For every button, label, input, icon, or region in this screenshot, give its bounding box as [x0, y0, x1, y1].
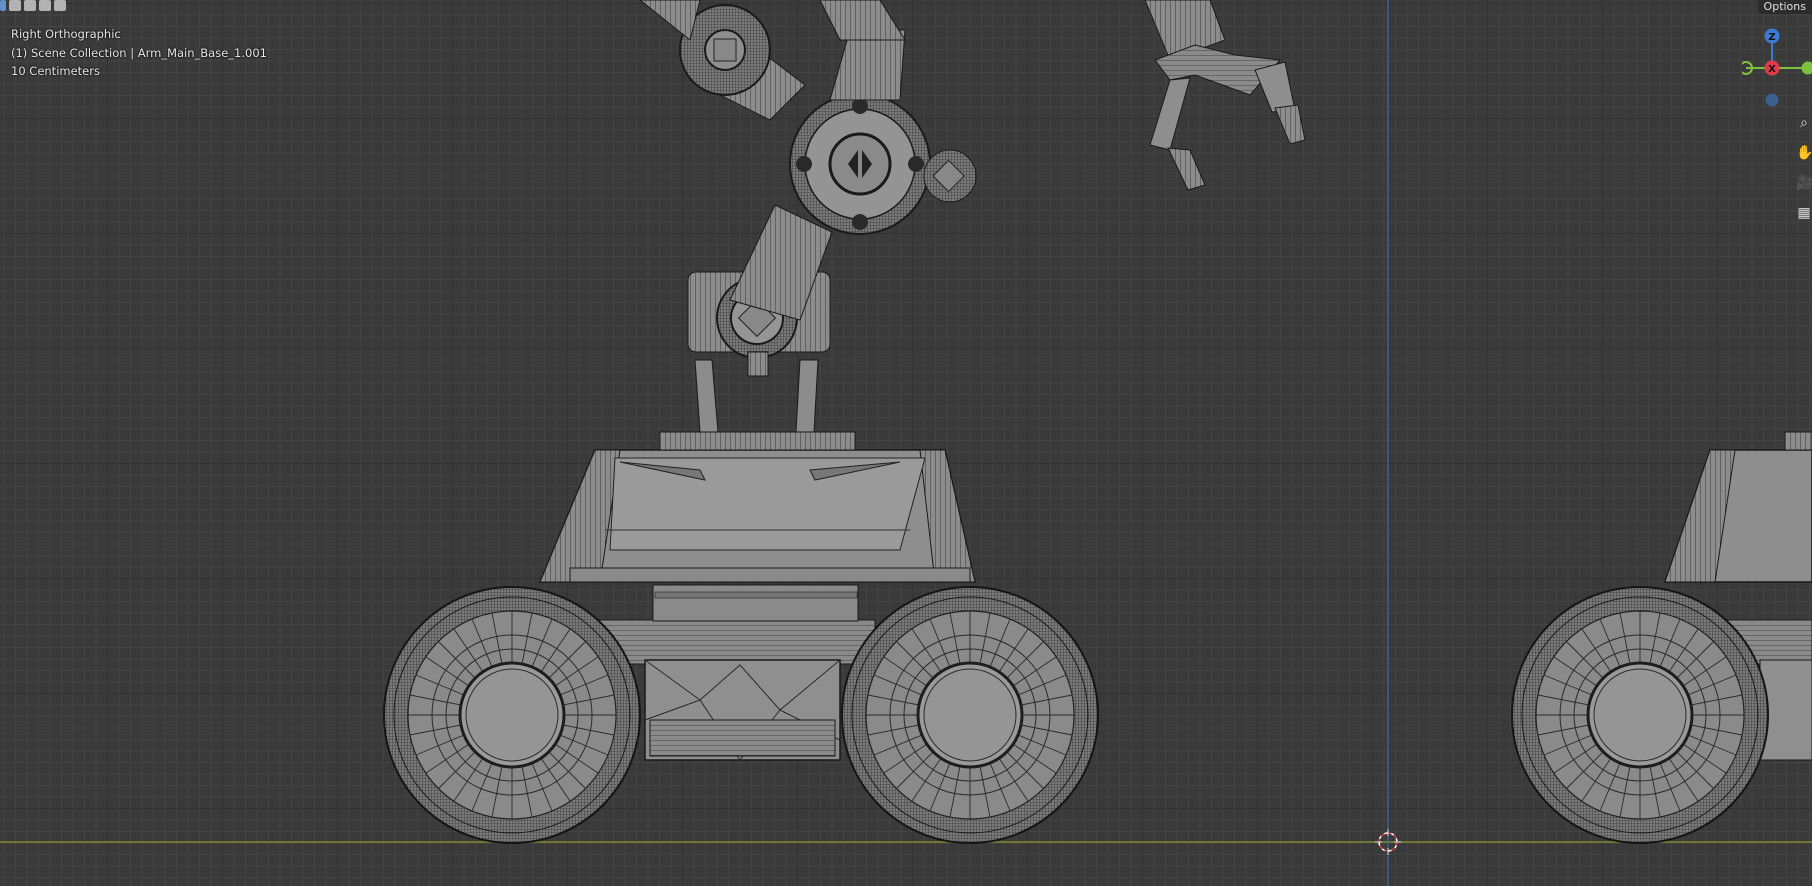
viewport-overlay-text: Right Orthographic (1) Scene Collection … [11, 25, 267, 81]
view-name: Right Orthographic [11, 27, 121, 41]
select-mode-active-icon[interactable] [0, 0, 6, 11]
select-new-icon[interactable] [9, 0, 21, 11]
zoom-icon[interactable]: ⌕ [1796, 112, 1812, 134]
navigation-tools[interactable]: ⌕ ✋ 🎥 ▦ [1796, 112, 1812, 232]
hand-icon[interactable]: ✋ [1796, 142, 1812, 164]
select-mode-icons[interactable] [0, 0, 66, 13]
grid-scale: 10 Centimeters [11, 64, 100, 78]
gizmo-x-label: X [1768, 64, 1776, 75]
rover-model [382, 0, 1100, 845]
gizmo-z-neg [1765, 93, 1779, 107]
select-intersect-icon[interactable] [54, 0, 66, 11]
3d-viewport[interactable]: Right Orthographic (1) Scene Collection … [0, 0, 1812, 886]
scene-canvas[interactable] [0, 0, 1812, 886]
gripper-model [1144, 0, 1306, 191]
second-rover-partial [1510, 431, 1812, 845]
options-button[interactable]: Options [1757, 0, 1812, 14]
gizmo-z-label: Z [1768, 32, 1775, 43]
select-extend-icon[interactable] [24, 0, 36, 11]
gizmo-y-axis [1801, 61, 1812, 75]
camera-icon[interactable]: 🎥 [1796, 172, 1812, 194]
collection-line: (1) Scene Collection | Arm_Main_Base_1.0… [11, 45, 267, 60]
navigation-gizmo[interactable]: Z X [1742, 24, 1812, 114]
grid-icon[interactable]: ▦ [1796, 202, 1812, 224]
select-subtract-icon[interactable] [39, 0, 51, 11]
